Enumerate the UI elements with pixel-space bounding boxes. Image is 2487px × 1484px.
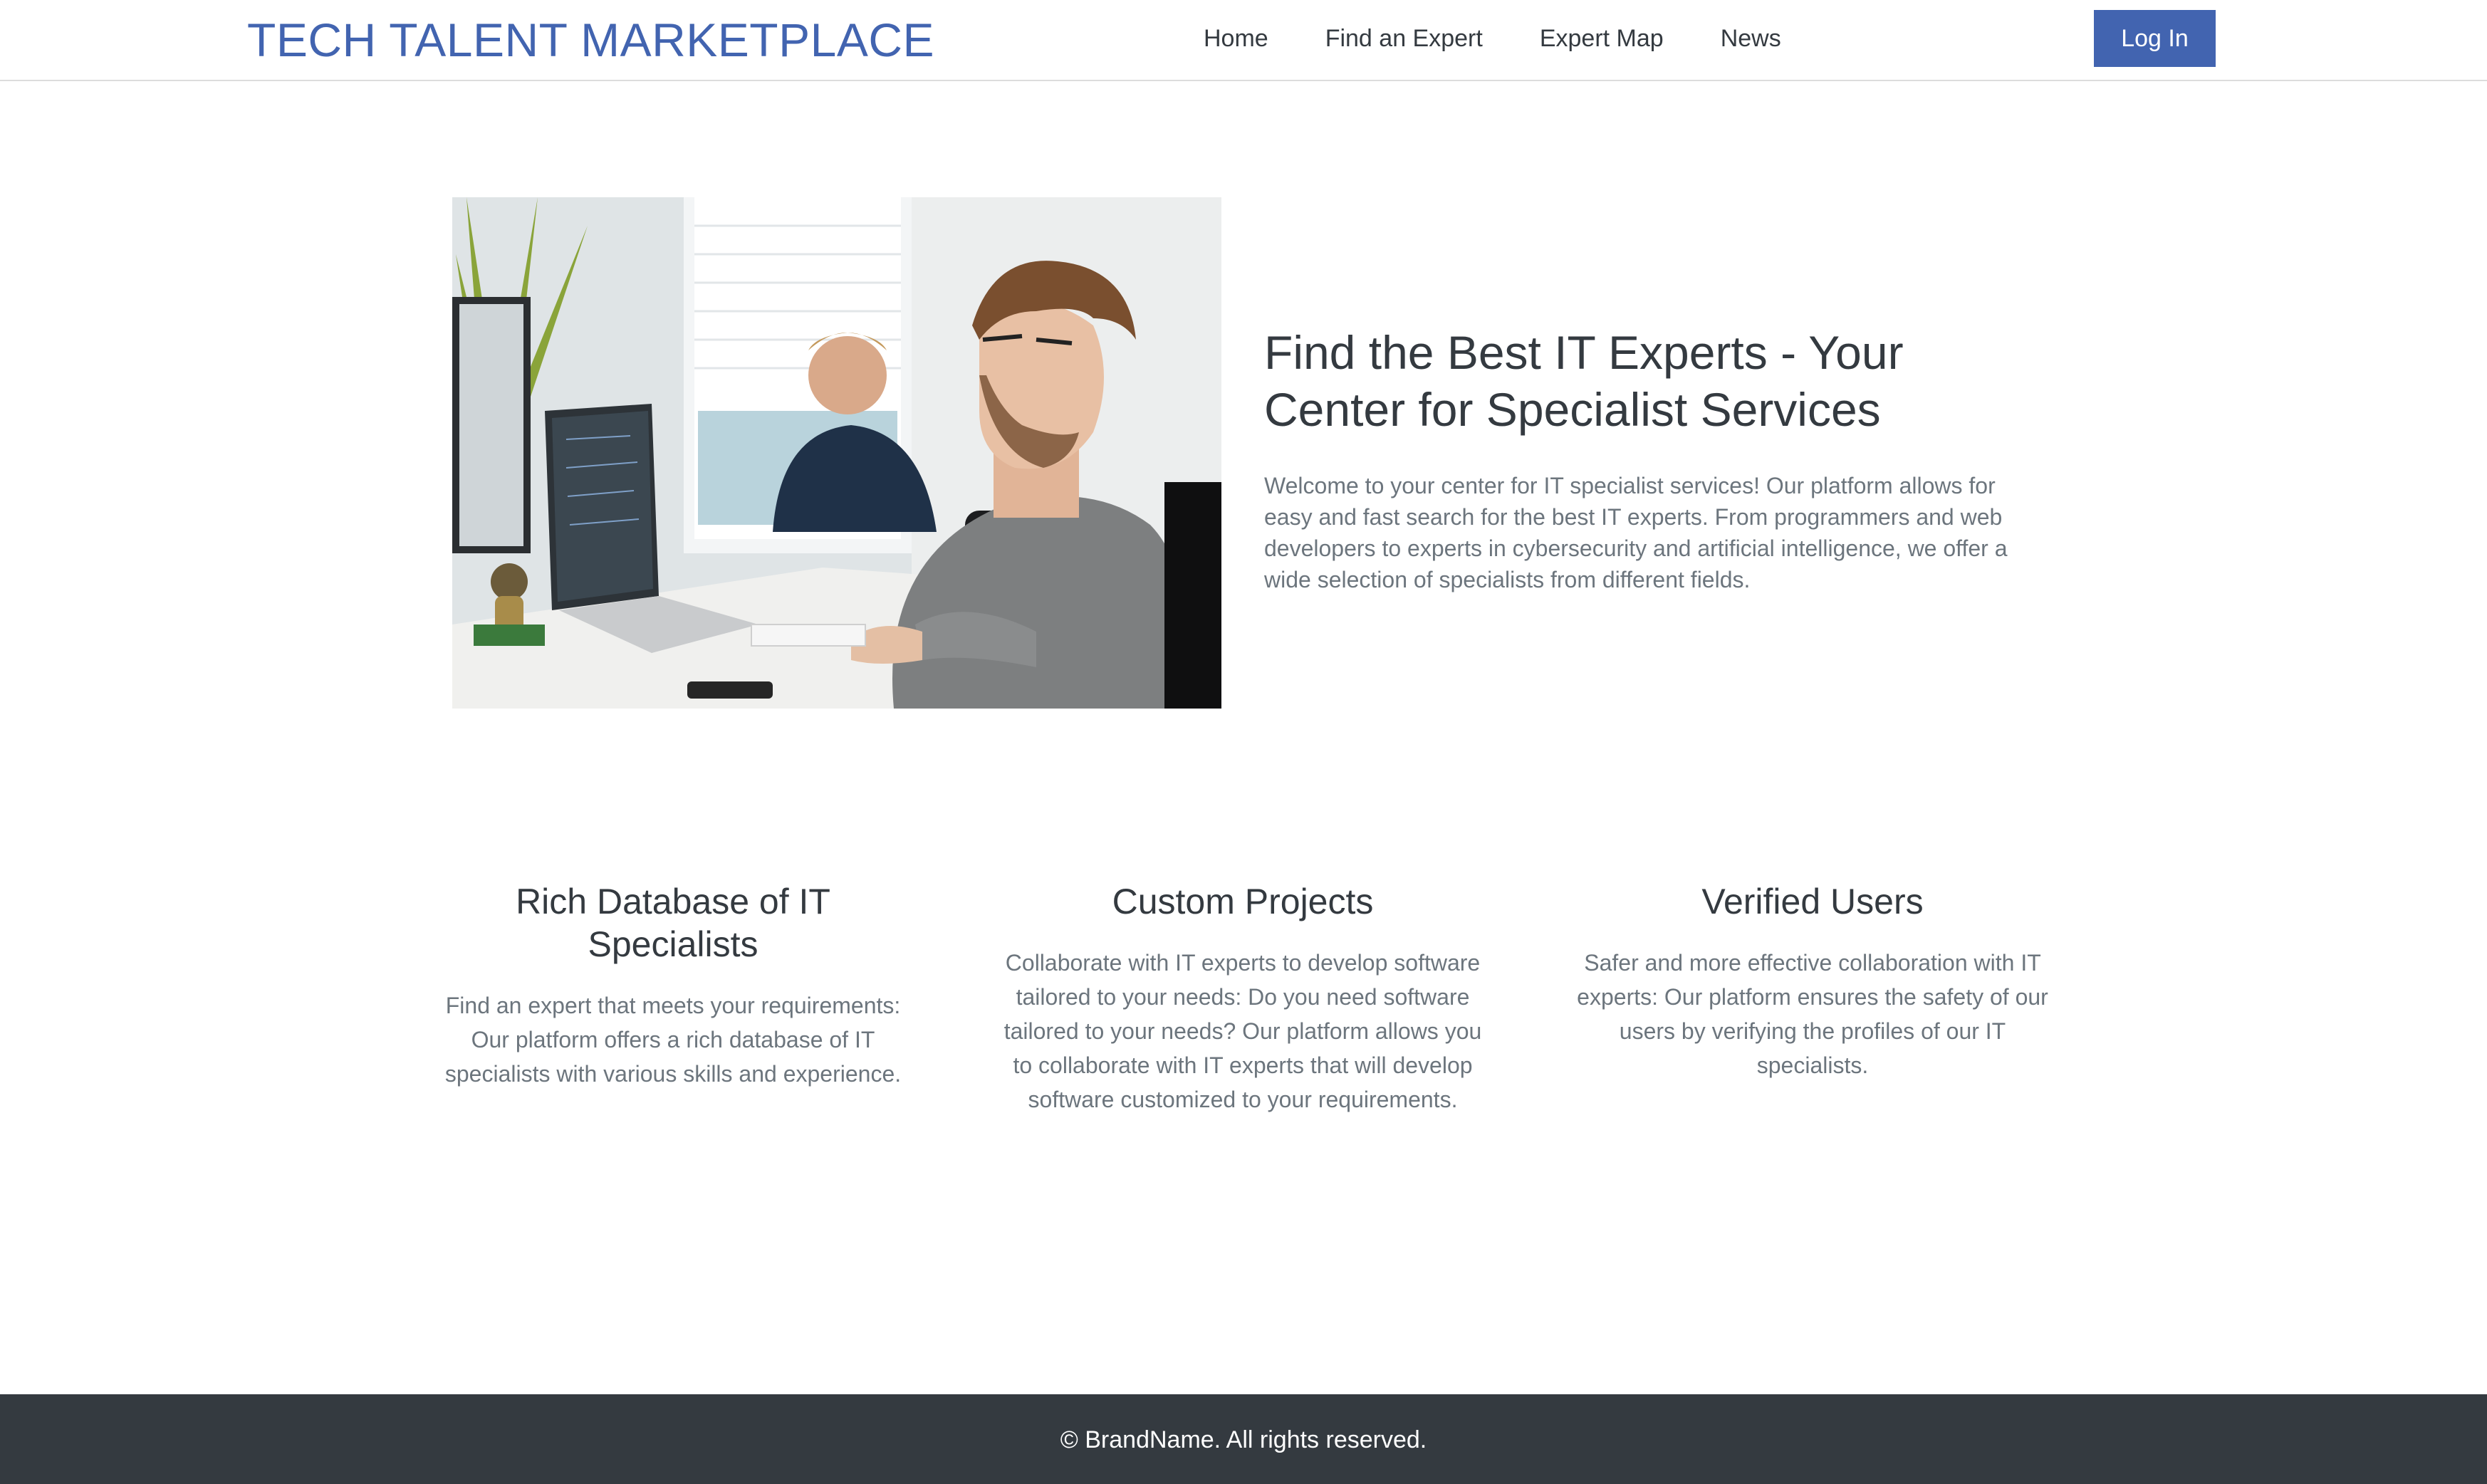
hero-description: Welcome to your center for IT specialist… [1264, 473, 2008, 592]
feature-text: Collaborate with IT experts to develop s… [1003, 950, 1482, 1112]
feature-text: Safer and more effective collaboration w… [1577, 950, 2048, 1078]
hero-title: Find the Best IT Experts - Your Center f… [1264, 326, 1904, 436]
nav-link-expert-map[interactable]: Expert Map [1540, 21, 1664, 56]
page: TECH TALENT MARKETPLACE Home Find an Exp… [0, 0, 2487, 1484]
footer: © BrandName. All rights reserved. [0, 1394, 2487, 1484]
feature-text: Find an expert that meets your requireme… [444, 993, 902, 1087]
office-photo-icon [452, 197, 1221, 709]
feature-card: Rich Database of IT Specialists Find an … [431, 880, 915, 1091]
feature-title: Rich Database of IT Specialists [516, 882, 830, 964]
hero-image [452, 197, 1221, 709]
nav-links: Home Find an Expert Expert Map News [1204, 21, 1781, 56]
feature-card: Custom Projects Collaborate with IT expe… [1001, 880, 1485, 1117]
copyright-text: © BrandName. All rights reserved. [1060, 1426, 1427, 1453]
feature-title: Custom Projects [1112, 882, 1374, 921]
login-button[interactable]: Log In [2094, 10, 2216, 67]
feature-title: Verified Users [1701, 882, 1924, 921]
feature-card: Verified Users Safer and more effective … [1570, 880, 2055, 1082]
navbar: TECH TALENT MARKETPLACE Home Find an Exp… [0, 0, 2487, 81]
nav-link-find-expert[interactable]: Find an Expert [1325, 21, 1483, 56]
nav-link-news[interactable]: News [1721, 21, 1781, 56]
brand-logo[interactable]: TECH TALENT MARKETPLACE [247, 10, 934, 70]
nav-link-home[interactable]: Home [1204, 21, 1268, 56]
